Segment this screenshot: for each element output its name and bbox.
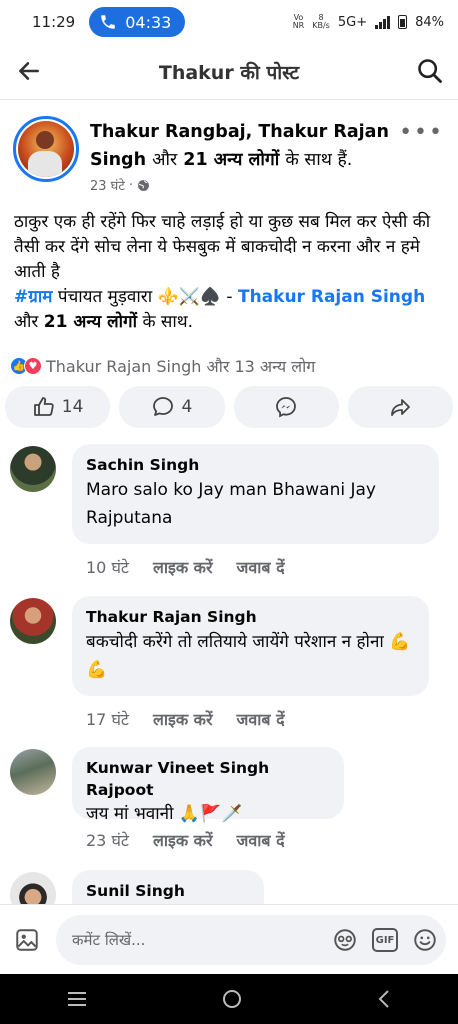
post-header: Thakur Rangbaj, Thakur Rajan Singh और 21… [0,112,458,202]
home-icon[interactable] [221,988,243,1010]
tag-and: और [14,312,39,332]
status-bar: 11:29 04:33 Vo NR 8 KB/s 5G+ 84% [0,0,458,44]
top-app-bar: Thakur की पोस्ट [0,44,458,100]
comment-actions: 17 घंटे लाइक करें जवाब दें [86,708,285,730]
commenter-avatar[interactable] [10,598,56,644]
search-icon[interactable] [416,57,444,85]
comment-bubble[interactable]: Sunil Singh [72,870,264,904]
recent-apps-icon[interactable] [66,990,88,1008]
share-arrow-icon [391,399,411,416]
tagged-user-link[interactable]: Thakur Rajan Singh [238,287,425,307]
commenter-name[interactable]: Thakur Rajan Singh [86,606,415,628]
commenter-avatar[interactable] [10,872,56,904]
back-arrow-icon[interactable] [16,58,42,84]
emoji-icon[interactable] [412,927,438,953]
commenter-avatar[interactable] [10,446,56,492]
post-time[interactable]: 23 घंटे [90,176,125,194]
commenter-name[interactable]: Kunwar Vineet Singh Rajpoot [86,757,330,801]
data-speed: 8 KB/s [312,13,330,30]
volte-indicator: Vo NR [292,13,305,30]
system-nav-bar [0,974,458,1024]
comment-time: 23 घंटे [86,831,129,850]
status-time: 11:29 [32,13,76,31]
status-indicators: Vo NR 8 KB/s 5G+ 84% [293,14,444,30]
emoji-tail: ⚜️⚔️♠️ [157,287,222,307]
more-options-icon[interactable]: ••• [399,120,444,145]
comment-time: 17 घंटे [86,710,129,729]
others-count[interactable]: 21 अन्य लोगों [183,150,279,170]
photo-icon[interactable] [14,927,40,953]
dash: - [226,287,233,307]
comment-reply-button[interactable]: जवाब दें [237,829,285,851]
author-avatar[interactable] [13,116,79,182]
post-body-text: ठाकुर एक ही रहेंगे फिर चाहे लड़ाई हो या … [14,212,431,282]
like-button[interactable]: 14 [5,386,111,428]
page-title: Thakur की पोस्ट [158,61,300,84]
comment-like-button[interactable]: लाइक करें [153,829,213,851]
comment-time: 10 घंटे [86,558,129,577]
post-meta: 23 घंटे · [90,176,150,194]
hashtag-link[interactable]: #ग्राम [14,287,52,307]
tag-suffix: के साथ. [142,312,194,332]
with-word: और [152,150,178,170]
composer-icons: GIF [332,927,438,953]
comment-actions: 23 घंटे लाइक करें जवाब दें [86,829,285,851]
reactions-summary[interactable]: 👍 ♥ Thakur Rajan Singh और 13 अन्य लोग [10,355,315,377]
comment-reply-button[interactable]: जवाब दें [237,708,285,730]
comment-item: Sunil Singh [0,870,458,904]
commenter-name[interactable]: Sunil Singh [86,880,250,902]
globe-icon [138,179,149,191]
gif-icon[interactable]: GIF [372,928,398,952]
call-timer: 04:33 [125,12,172,32]
comment-reply-button[interactable]: जवाब दें [237,556,285,578]
comment-composer: GIF [0,904,458,974]
comment-bubble-icon [153,397,174,416]
battery-icon [398,15,408,29]
messenger-icon [276,397,297,418]
meta-dot: · [128,177,134,193]
post-author-line[interactable]: Thakur Rangbaj, Thakur Rajan Singh और 21… [90,118,410,174]
tag-others-link[interactable]: 21 अन्य लोगों [44,312,137,332]
with-suffix: के साथ हैं. [285,150,353,170]
comment-like-button[interactable]: लाइक करें [153,556,213,578]
reactions-text: Thakur Rajan Singh और 13 अन्य लोग [46,357,316,376]
signal-icon [375,15,391,29]
commenter-avatar[interactable] [10,749,56,795]
messenger-button[interactable] [233,386,339,428]
post-body: ठाकुर एक ही रहेंगे फिर चाहे लड़ाई हो या … [14,210,444,335]
comment-text: बकचोदी करेंगे तो लतियाये जायेंगे परेशान … [86,632,411,680]
like-count: 14 [61,397,84,417]
place-text: पंचायत मुड़वारा [57,287,153,307]
commenter-name[interactable]: Sachin Singh [86,454,425,476]
battery-level: 84% [415,14,444,30]
share-button[interactable] [347,386,453,428]
comment-bubble[interactable]: Thakur Rajan Singh बकचोदी करेंगे तो लतिय… [72,596,429,696]
post-actions: 14 4 [5,386,453,428]
network-type: 5G+ [337,14,368,30]
comment-count: 4 [181,397,193,417]
comment-bubble[interactable]: Sachin Singh Maro salo ko Jay man Bhawan… [72,444,439,544]
thumbs-up-icon [33,397,54,416]
love-reaction-icon: ♥ [24,357,42,375]
avatar-sticker-icon[interactable] [332,927,358,953]
comment-button[interactable]: 4 [119,386,225,428]
comment-text: जय मां भवानी 🙏🚩🗡️ [86,804,243,824]
comment-text: Maro salo ko Jay man Bhawani Jay Rajputa… [86,480,376,528]
comment-bubble[interactable]: Kunwar Vineet Singh Rajpoot जय मां भवानी… [72,747,344,824]
comment-actions: 10 घंटे लाइक करें जवाब दें [86,556,285,578]
back-icon[interactable] [376,989,392,1009]
comment-like-button[interactable]: लाइक करें [153,708,213,730]
phone-icon [101,15,115,29]
ongoing-call-pill[interactable]: 04:33 [89,7,186,37]
